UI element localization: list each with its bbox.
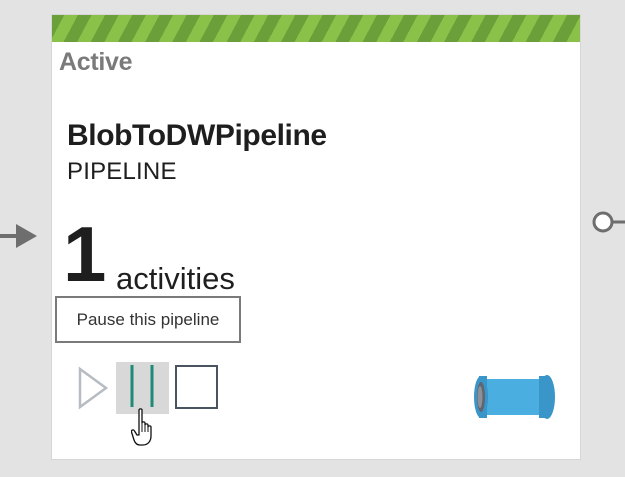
activity-count: 1: [63, 210, 107, 298]
play-icon: [78, 366, 109, 410]
pause-icon: [130, 365, 154, 407]
arrow-right-icon: [0, 224, 37, 248]
pipeline-name: BlobToDWPipeline: [67, 119, 327, 152]
pause-tooltip: Pause this pipeline: [55, 296, 241, 343]
status-stripe-bar: [52, 15, 580, 42]
pipeline-type-label: PIPELINE: [67, 158, 177, 185]
pipeline-card[interactable]: Active BlobToDWPipeline PIPELINE 1 activ…: [51, 14, 581, 460]
hand-cursor-icon: [131, 408, 152, 446]
activity-count-label: activities: [116, 261, 235, 296]
tooltip-text: Pause this pipeline: [76, 309, 220, 329]
play-button[interactable]: [76, 366, 110, 410]
diagram-canvas: Active BlobToDWPipeline PIPELINE 1 activ…: [0, 0, 625, 477]
connector-circle-icon[interactable]: [590, 208, 625, 236]
pause-button[interactable]: [116, 362, 169, 414]
status-label: Active: [59, 48, 133, 76]
pipe-icon: [474, 375, 555, 419]
stop-button[interactable]: [175, 365, 218, 409]
